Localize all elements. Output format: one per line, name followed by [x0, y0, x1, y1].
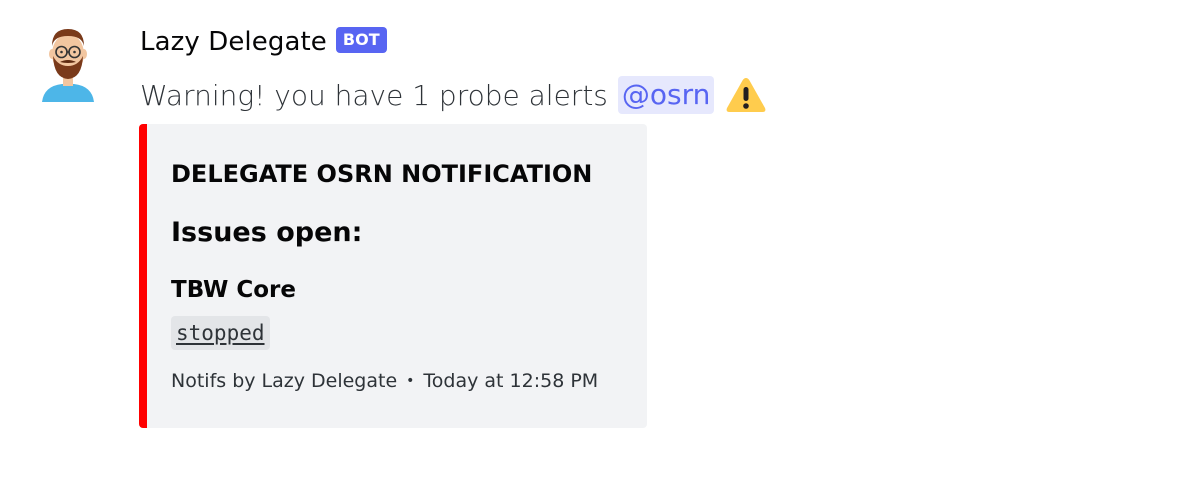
embed-footer-timestamp: Today at 12:58 PM	[423, 370, 599, 392]
avatar[interactable]	[32, 24, 104, 104]
warning-icon	[724, 75, 768, 115]
message-text: Warning! you have 1 probe alerts	[140, 78, 608, 112]
message-header: Lazy Delegate BOT	[140, 24, 387, 60]
user-mention[interactable]: @osrn	[617, 76, 715, 114]
embed-color-bar	[139, 124, 147, 428]
embed-field-value-code: stopped	[171, 316, 270, 350]
message-embed: DELEGATE OSRN NOTIFICATION Issues open: …	[139, 124, 647, 428]
bot-tag-badge: BOT	[335, 27, 387, 53]
message-content: Warning! you have 1 probe alerts @osrn	[140, 74, 768, 116]
embed-subtitle: Issues open:	[171, 217, 363, 248]
embed-footer-text: Notifs by Lazy Delegate	[171, 370, 398, 392]
embed-footer: Notifs by Lazy Delegate • Today at 12:58…	[171, 370, 598, 392]
bearded-man-avatar-icon	[42, 29, 94, 102]
author-username[interactable]: Lazy Delegate	[140, 27, 327, 57]
embed-title: DELEGATE OSRN NOTIFICATION	[171, 160, 593, 188]
chat-message: Lazy Delegate BOT Warning! you have 1 pr…	[0, 0, 1200, 491]
embed-field-name: TBW Core	[171, 277, 296, 303]
footer-separator: •	[406, 373, 415, 389]
